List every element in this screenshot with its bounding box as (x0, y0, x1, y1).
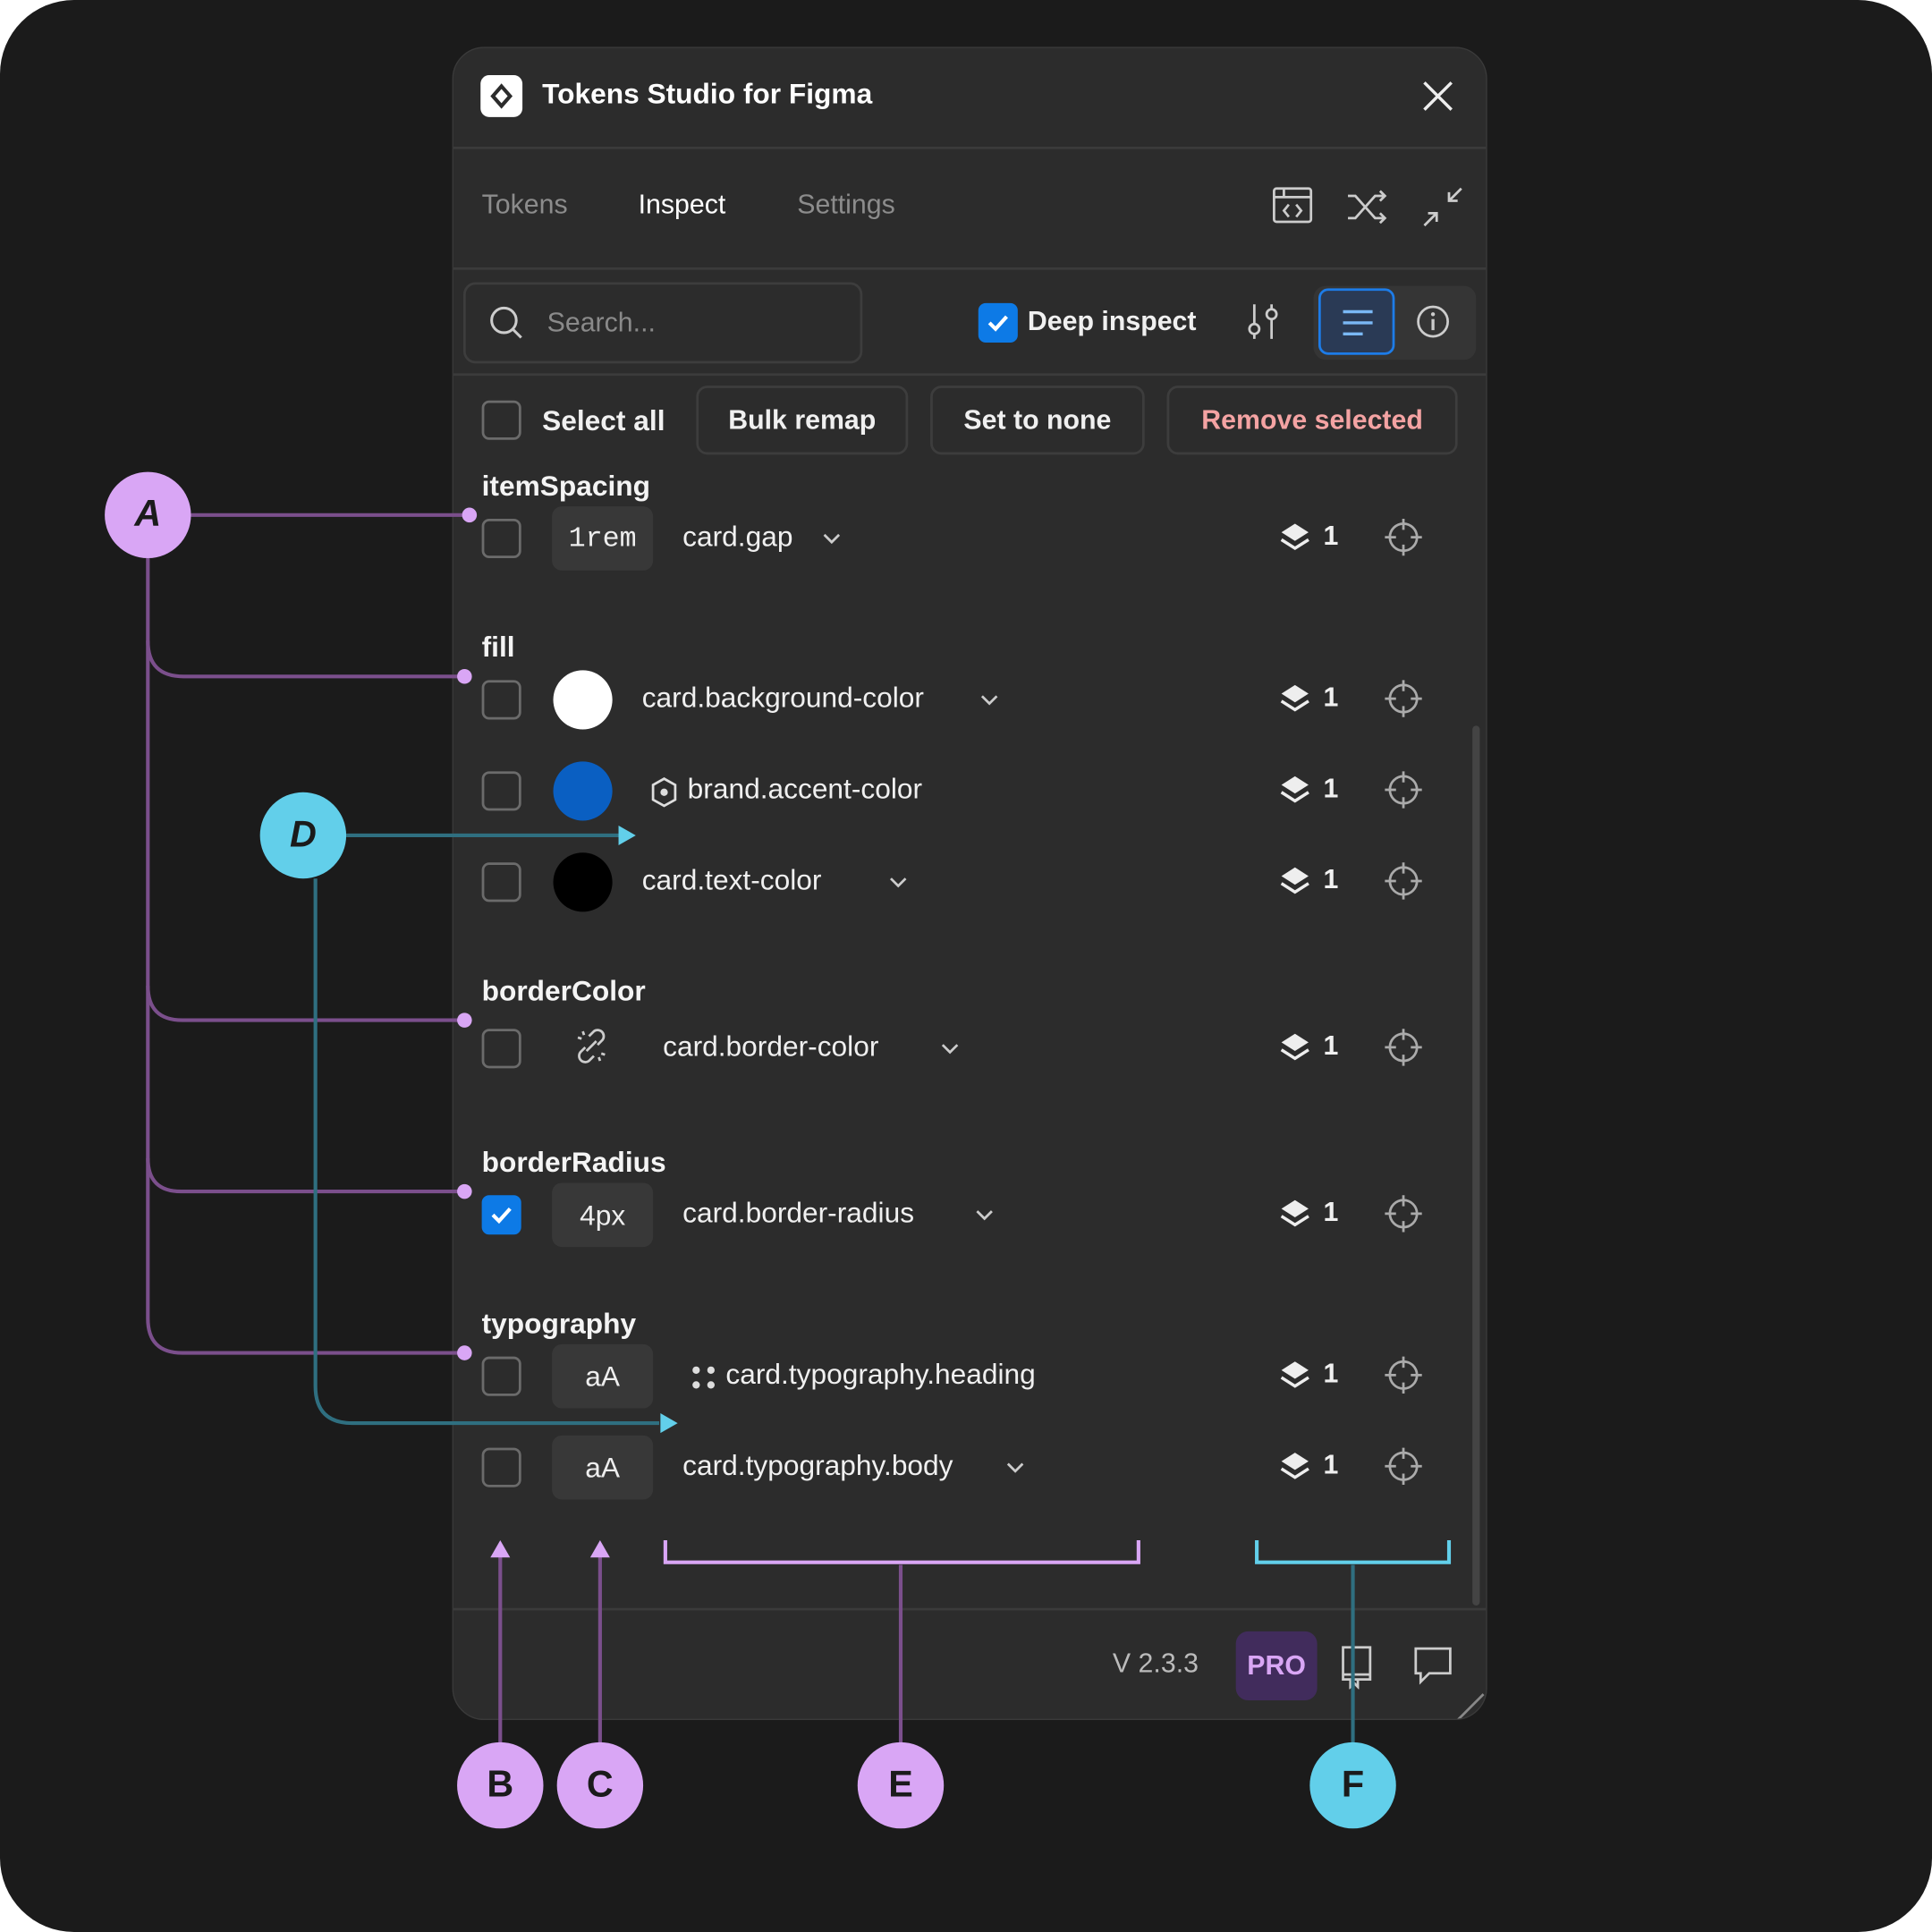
canvas: Tokens Studio for Figma Tokens Inspect S… (0, 0, 1932, 1932)
annotation-c: C (556, 1741, 644, 1829)
annotation-d: D (259, 792, 347, 879)
annotation-a: A (105, 471, 191, 559)
annotation-f: F (1309, 1741, 1396, 1829)
annotation-e: E (857, 1741, 945, 1829)
annotation-b: B (457, 1741, 544, 1829)
annotation-lines (146, 507, 1452, 1744)
